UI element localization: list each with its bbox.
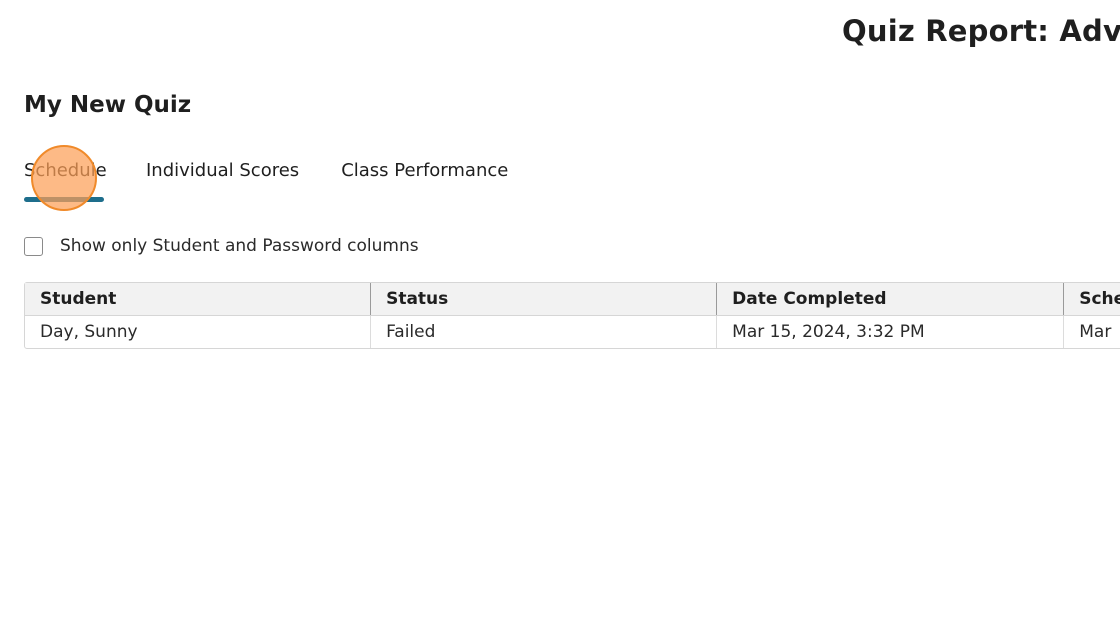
quiz-title: My New Quiz <box>24 92 192 118</box>
cell-status: Failed <box>370 316 716 348</box>
column-header-student[interactable]: Student <box>25 283 370 315</box>
cell-date-completed: Mar 15, 2024, 3:32 PM <box>716 316 1063 348</box>
quiz-report-page: Quiz Report: Advanc My New Quiz Schedule… <box>0 0 1120 626</box>
column-header-date-completed[interactable]: Date Completed <box>716 283 1063 315</box>
show-only-student-password-label[interactable]: Show only Student and Password columns <box>60 236 419 256</box>
tab-class-performance[interactable]: Class Performance <box>341 160 508 204</box>
report-title: Quiz Report: Advanc <box>842 14 1120 48</box>
results-table: Student Status Date Completed Sche Day, … <box>24 282 1120 349</box>
tab-individual-scores[interactable]: Individual Scores <box>146 160 299 204</box>
tab-schedule[interactable]: Schedule <box>24 160 107 204</box>
column-filter: Show only Student and Password columns <box>24 236 419 256</box>
tab-class-performance-label: Class Performance <box>341 160 509 181</box>
tab-individual-scores-label: Individual Scores <box>146 160 300 181</box>
column-header-status[interactable]: Status <box>370 283 716 315</box>
table-row[interactable]: Day, Sunny Failed Mar 15, 2024, 3:32 PM … <box>25 316 1120 348</box>
table-header-row: Student Status Date Completed Sche <box>25 283 1120 316</box>
active-tab-indicator <box>24 197 104 202</box>
tab-schedule-label: Schedule <box>24 160 107 181</box>
cell-schedule: Mar <box>1063 316 1120 348</box>
cell-student: Day, Sunny <box>40 322 138 342</box>
column-header-schedule[interactable]: Sche <box>1063 283 1120 315</box>
report-tabs: Schedule Individual Scores Class Perform… <box>24 160 508 204</box>
show-only-student-password-checkbox[interactable] <box>24 236 43 256</box>
